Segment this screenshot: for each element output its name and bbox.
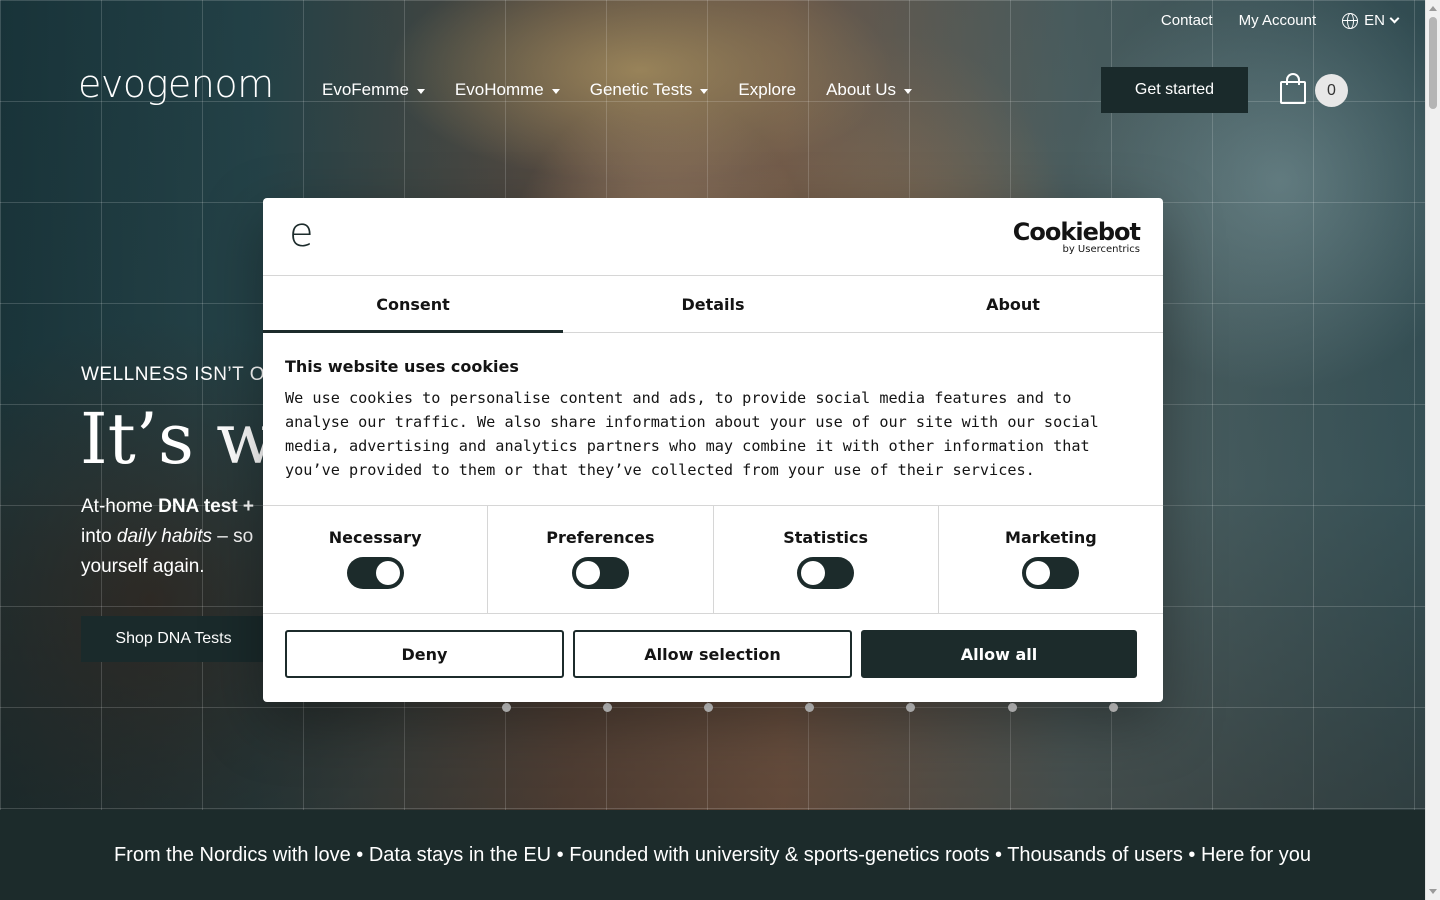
lead-text: yourself again. <box>81 556 205 577</box>
tab-consent[interactable]: Consent <box>263 276 563 333</box>
my-account-link[interactable]: My Account <box>1239 12 1317 29</box>
trust-band-text: From the Nordics with love • Data stays … <box>113 843 1312 866</box>
caret-down-icon <box>700 88 709 94</box>
nav-item-label: EvoHomme <box>454 80 544 99</box>
dialog-actions: Deny Allow selection Allow all <box>263 614 1163 694</box>
toggle-preferences: Preferences <box>488 506 714 613</box>
nav-item-about-us[interactable]: About Us <box>826 80 912 100</box>
main-nav: EvoFemme EvoHomme Genetic Tests Explore … <box>322 80 942 100</box>
necessary-switch[interactable] <box>346 557 404 589</box>
grid-dot <box>502 703 511 712</box>
toggle-label: Marketing <box>1005 528 1097 547</box>
cookiebot-name: Cookiebot <box>1012 218 1141 246</box>
lead-text: At-home <box>81 496 159 517</box>
chevron-down-icon <box>1389 13 1400 24</box>
dialog-body: This website uses cookies We use cookies… <box>263 333 1163 506</box>
grid-dot <box>704 703 713 712</box>
trust-band: From the Nordics with love • Data stays … <box>0 810 1425 900</box>
consent-toggles: Necessary Preferences Statistics Marketi… <box>263 506 1163 614</box>
nav-item-genetic-tests[interactable]: Genetic Tests <box>590 80 709 100</box>
grid-dot <box>805 703 814 712</box>
hero-eyebrow: WELLNESS ISN’T O <box>81 364 265 385</box>
lead-text: – so <box>211 526 254 547</box>
toggle-label: Preferences <box>546 528 655 547</box>
nav-item-label: Explore <box>738 80 797 99</box>
dialog-header: e Cookiebot by Usercentrics <box>263 198 1163 276</box>
language-label: EN <box>1364 12 1385 29</box>
deny-button[interactable]: Deny <box>285 630 564 678</box>
toggle-statistics: Statistics <box>714 506 939 613</box>
preferences-switch[interactable] <box>571 557 629 589</box>
switch-knob <box>801 561 826 585</box>
page-scrollbar[interactable] <box>1425 0 1440 900</box>
site-logo-mark: e <box>289 210 314 256</box>
cart-icon[interactable] <box>1278 73 1308 105</box>
tab-about[interactable]: About <box>863 276 1163 332</box>
get-started-button[interactable]: Get started <box>1101 67 1248 113</box>
marketing-switch[interactable] <box>1022 557 1080 589</box>
toggle-marketing: Marketing <box>939 506 1163 613</box>
grid-dot <box>1008 703 1017 712</box>
nav-item-label: Genetic Tests <box>589 80 693 99</box>
dialog-tabs: Consent Details About <box>263 276 1163 333</box>
grid-dots <box>0 703 1425 713</box>
switch-knob <box>575 561 600 585</box>
scrollbar-thumb[interactable] <box>1429 17 1437 109</box>
switch-knob <box>375 561 400 585</box>
allow-all-button[interactable]: Allow all <box>861 630 1137 678</box>
lead-italic: daily habits <box>116 526 212 547</box>
grid-dot <box>906 703 915 712</box>
grid-dot <box>1109 703 1118 712</box>
utility-bar: Contact My Account EN <box>1161 12 1400 29</box>
tab-details[interactable]: Details <box>563 276 863 332</box>
caret-down-icon <box>904 88 912 94</box>
toggle-label: Necessary <box>328 528 422 547</box>
contact-link[interactable]: Contact <box>1161 12 1213 29</box>
cart-bag <box>1280 81 1306 104</box>
toggle-necessary: Necessary <box>263 506 489 613</box>
lead-text: into <box>81 526 117 547</box>
cart-count-badge: 0 <box>1315 74 1348 107</box>
allow-selection-button[interactable]: Allow selection <box>573 630 852 678</box>
toggle-label: Statistics <box>783 528 868 547</box>
lead-bold: DNA test + <box>158 496 254 517</box>
nav-item-evofemme[interactable]: EvoFemme <box>322 80 425 100</box>
shop-dna-tests-button[interactable]: Shop DNA Tests <box>81 616 266 662</box>
cookiebot-logo[interactable]: Cookiebot by Usercentrics <box>1012 218 1141 255</box>
dialog-title: This website uses cookies <box>285 357 519 376</box>
scroll-up-icon[interactable] <box>1429 6 1437 11</box>
dialog-description: We use cookies to personalise content an… <box>285 389 1099 479</box>
grid-dot <box>603 703 612 712</box>
site-logo[interactable]: evogenom <box>78 62 274 106</box>
statistics-switch[interactable] <box>797 557 855 589</box>
scroll-down-icon[interactable] <box>1429 889 1437 894</box>
hero-lead: At-home DNA test + into daily habits – s… <box>81 492 281 582</box>
nav-item-explore[interactable]: Explore <box>738 80 796 100</box>
cookie-consent-dialog: e Cookiebot by Usercentrics Consent Deta… <box>263 198 1163 702</box>
nav-item-label: EvoFemme <box>322 80 409 99</box>
nav-item-evohomme[interactable]: EvoHomme <box>455 80 560 100</box>
switch-knob <box>1026 561 1051 585</box>
nav-item-label: About Us <box>826 80 896 99</box>
globe-icon <box>1342 12 1359 29</box>
language-selector[interactable]: EN <box>1342 12 1400 29</box>
caret-down-icon <box>551 88 560 94</box>
caret-down-icon <box>416 88 425 94</box>
